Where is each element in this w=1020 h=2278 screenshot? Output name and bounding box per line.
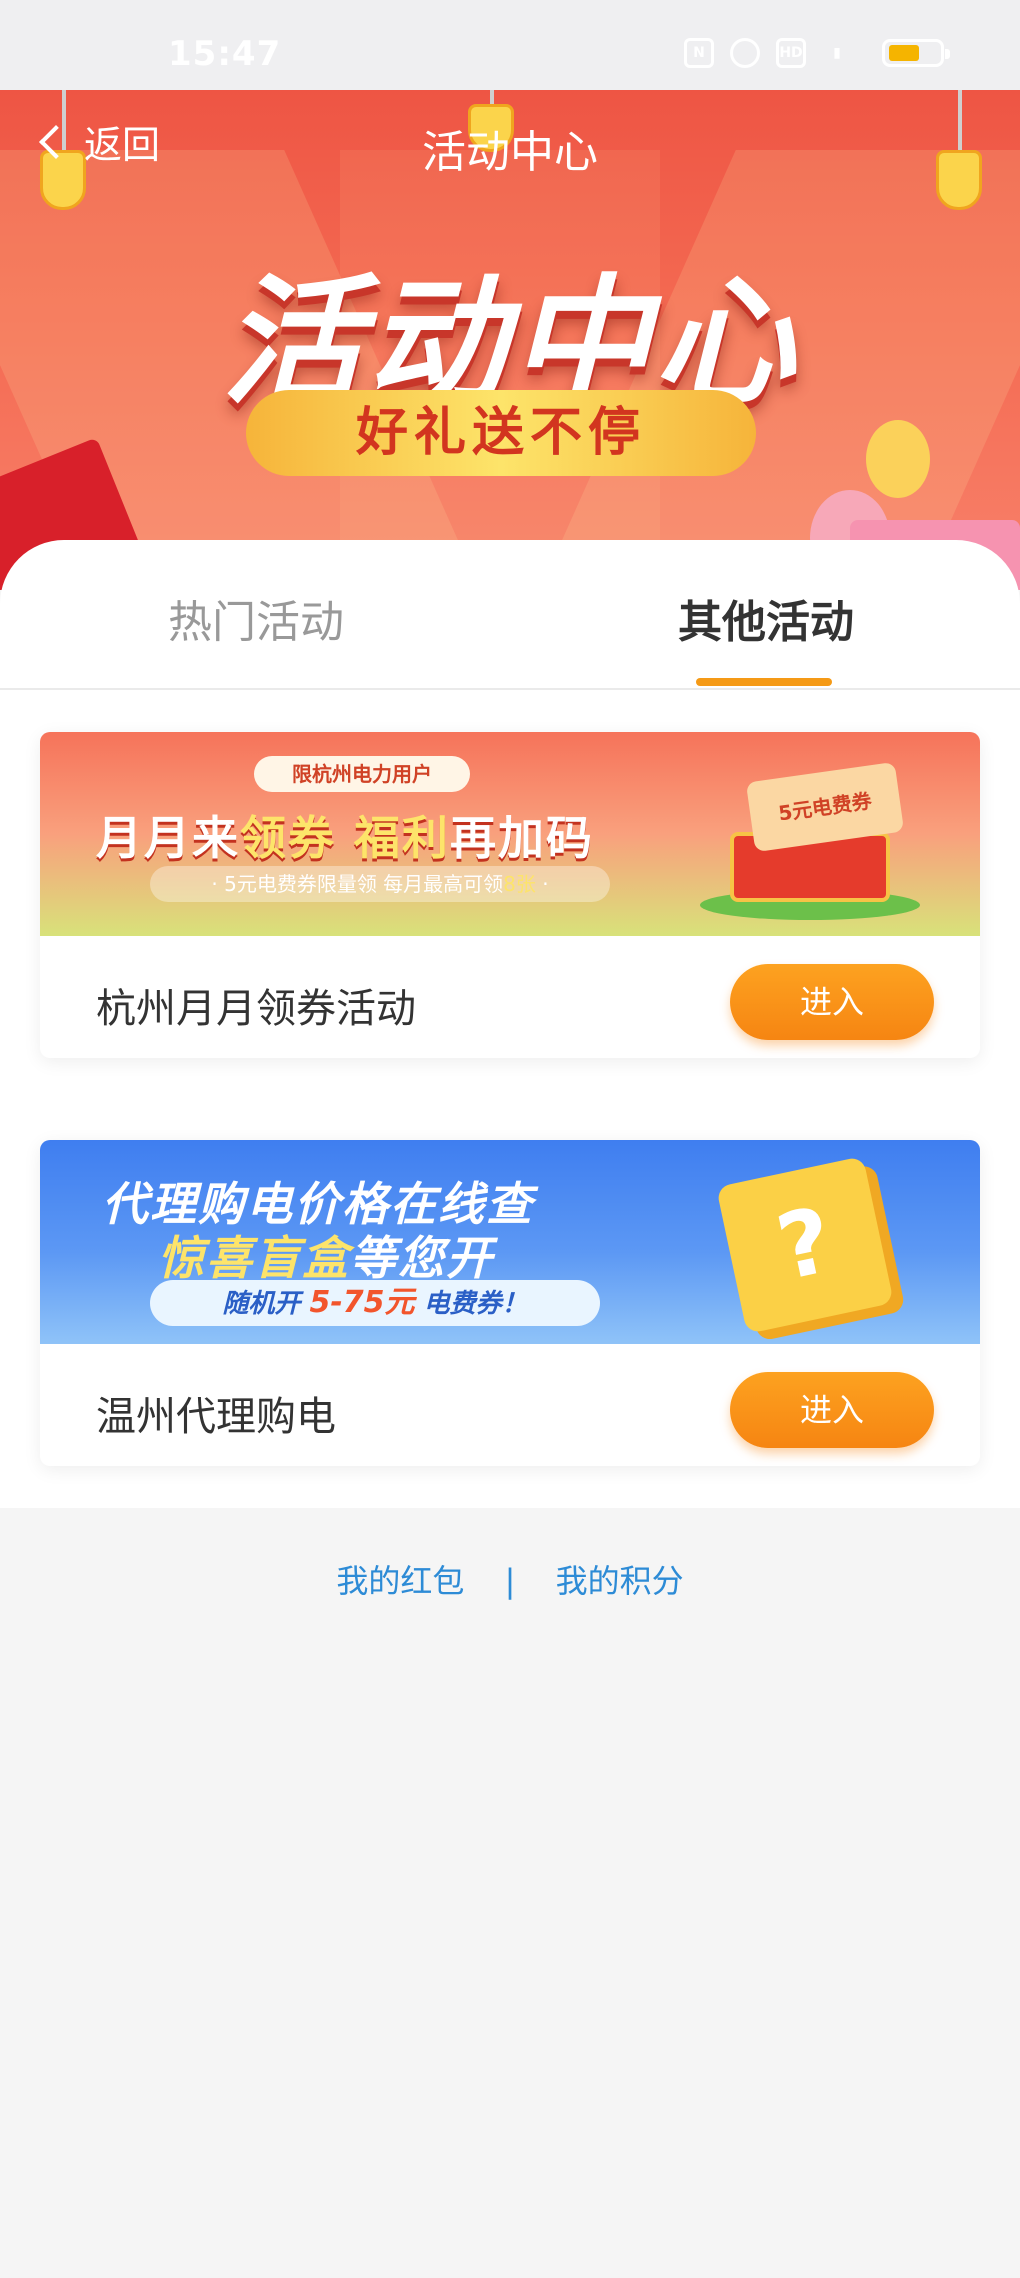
treasure-chest-icon: 5元电费券	[700, 761, 920, 920]
banner-tag: 限杭州电力用户	[254, 756, 470, 792]
activity-banner-image[interactable]: 代理购电价格在线查 惊喜盲盒等您开 随机开 5-75元 电费券！ ?	[40, 1140, 980, 1344]
status-bar: 15:47 N HD ▮	[0, 0, 1020, 90]
page-title: 活动中心	[422, 127, 598, 178]
link-separator: |	[504, 1562, 516, 1600]
activity-name: 温州代理购电	[96, 1394, 336, 1440]
tab-other-activities[interactable]: 其他活动	[678, 586, 854, 650]
activity-list: 限杭州电力用户 月月来领券 福利再加码 · 5元电费券限量领 每月最高可领8张 …	[0, 690, 1020, 1508]
banner-promo-headline-2: 惊喜盲盒等您开	[158, 1231, 494, 1285]
active-tab-indicator	[696, 678, 832, 686]
status-time: 15:47	[168, 34, 282, 74]
my-red-packet-link[interactable]: 我的红包	[336, 1556, 464, 1602]
activity-card: 代理购电价格在线查 惊喜盲盒等您开 随机开 5-75元 电费券！ ? 温州代理购…	[40, 1140, 980, 1466]
activity-banner-image[interactable]: 限杭州电力用户 月月来领券 福利再加码 · 5元电费券限量领 每月最高可领8张 …	[40, 732, 980, 936]
hd-icon: HD	[776, 38, 806, 68]
mystery-box-icon: ?	[716, 1156, 894, 1334]
activity-name: 杭州月月领券活动	[96, 986, 416, 1032]
enter-button[interactable]: 进入	[730, 1372, 934, 1448]
battery-icon	[882, 39, 950, 67]
nfc-icon: N	[684, 38, 714, 68]
tab-hot-activities[interactable]: 热门活动	[168, 586, 344, 650]
banner-promo-subtext: · 5元电费券限量领 每月最高可领8张 ·	[150, 866, 610, 902]
my-points-link[interactable]: 我的积分	[556, 1556, 684, 1602]
tab-bar: 热门活动 其他活动	[0, 540, 1020, 690]
hero-banner: 返回 活动中心 活动中心 好礼送不停	[0, 90, 1020, 590]
alarm-icon	[730, 38, 760, 68]
footer-links: 我的红包 | 我的积分	[0, 1556, 1020, 1602]
enter-button[interactable]: 进入	[730, 964, 934, 1040]
banner-subtitle: 好礼送不停	[246, 390, 756, 476]
banner-promo-subtext: 随机开 5-75元 电费券！	[150, 1280, 600, 1326]
status-icons: N HD ▮	[684, 38, 950, 68]
activity-card: 限杭州电力用户 月月来领券 福利再加码 · 5元电费券限量领 每月最高可领8张 …	[40, 732, 980, 1058]
signal-icon: ▮	[833, 45, 841, 61]
banner-promo-headline: 月月来领券 福利再加码	[96, 811, 595, 865]
